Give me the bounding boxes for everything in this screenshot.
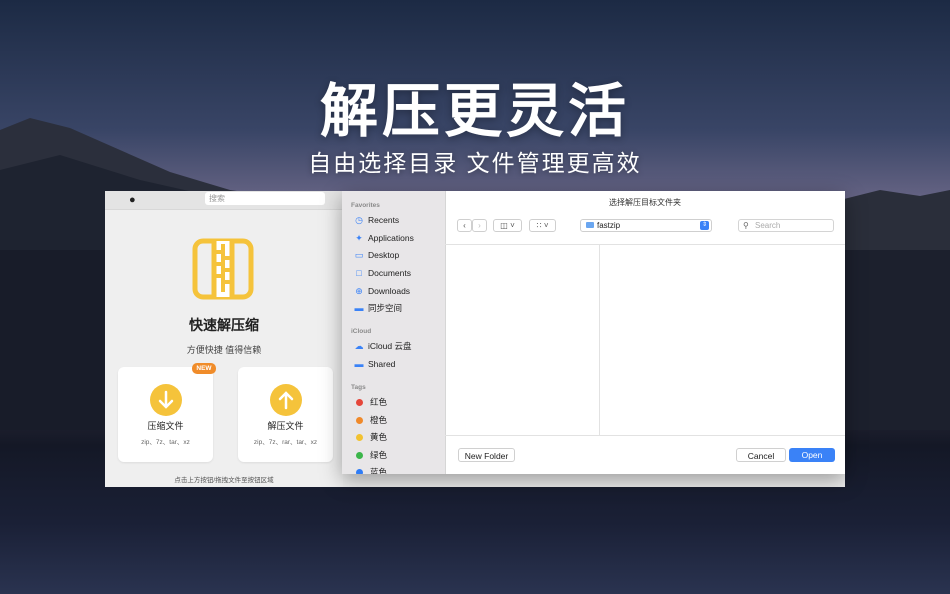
document-icon: □ [356, 268, 362, 278]
columns-view-icon: ◫ [500, 221, 508, 230]
path-selector[interactable]: fastzip ⇕ [580, 219, 712, 232]
favorites-header: Favorites [351, 202, 380, 209]
extract-button[interactable]: 解压文件 zip、7z、rar、tar、xz [238, 367, 333, 462]
sidebar-item-desktop[interactable]: ▭ Desktop [353, 248, 443, 263]
view-mode-columns-button[interactable]: ◫ ˅ [493, 219, 522, 232]
chevron-down-icon: ˅ [510, 221, 515, 230]
grid-icon: ∷ [536, 221, 542, 230]
sidebar-item-documents[interactable]: □ Documents [353, 266, 443, 281]
tag-label: 红色 [370, 397, 388, 407]
group-by-button[interactable]: ∷ ˅ [529, 219, 556, 232]
sidebar-item-label: Shared [368, 359, 396, 369]
sidebar-item-label: Recents [368, 215, 400, 225]
forward-button[interactable]: › [472, 219, 487, 232]
tags-header: Tags [351, 384, 366, 391]
blue-tag-icon [356, 468, 363, 474]
tag-label: 橙色 [370, 415, 388, 425]
sidebar-item-label: iCloud 云盘 [368, 341, 412, 351]
toolbar-divider [445, 244, 845, 245]
hero-title: 解压更灵活 [319, 79, 630, 144]
extract-formats: zip、7z、rar、tar、xz [253, 439, 318, 446]
app-name: 快速解压缩 [189, 317, 259, 333]
tag-label: 蓝色 [370, 467, 388, 474]
apple-icon[interactable]: ● [129, 194, 136, 206]
search-icon: ⚲ [743, 221, 749, 230]
tag-green[interactable]: 绿色 [353, 448, 443, 463]
app-tagline: 方便快捷 值得信赖 [186, 345, 262, 355]
compress-formats: zip、7z、tar、xz [141, 439, 190, 446]
sidebar-item-label: Desktop [368, 250, 400, 260]
cancel-button[interactable]: Cancel [736, 448, 786, 462]
applications-icon: ✦ [355, 233, 363, 243]
tag-yellow[interactable]: 黄色 [353, 430, 443, 445]
yellow-tag-icon [356, 433, 363, 441]
open-button[interactable]: Open [789, 448, 835, 462]
sidebar-item-shared[interactable]: ▬ Shared [353, 357, 443, 372]
new-folder-button[interactable]: New Folder [458, 448, 515, 462]
desktop-icon: ▭ [354, 250, 364, 260]
tag-blue[interactable]: 蓝色 [353, 465, 443, 474]
zip-archive-icon [192, 238, 254, 300]
sidebar-item-applications[interactable]: ✦ Applications [353, 231, 443, 246]
chevron-left-icon: ‹ [463, 221, 466, 230]
sidebar-item-label: Downloads [368, 286, 411, 296]
folder-icon: ▬ [354, 303, 364, 313]
stepper-icon: ⇕ [700, 221, 709, 230]
dialog-search-input[interactable]: ⚲ Search [738, 219, 834, 232]
extract-label: 解压文件 [267, 421, 304, 431]
menu-bar: ● 搜索 [105, 191, 343, 210]
chevron-down-icon: ˅ [543, 221, 549, 230]
dialog-sidebar: Favorites ◷ Recents ✦ Applications ▭ Deskto… [342, 191, 446, 474]
shared-folder-icon: ▬ [354, 359, 364, 369]
clock-icon: ◷ [355, 215, 363, 225]
green-tag-icon [356, 451, 363, 459]
drop-hint: 点击上方按钮/拖拽文件至按钮区域 [174, 477, 274, 484]
app-search-input[interactable]: 搜索 [205, 192, 325, 205]
sidebar-item-sync-space[interactable]: ▬ 同步空间 [353, 301, 443, 316]
sidebar-item-recents[interactable]: ◷ Recents [353, 213, 443, 228]
folder-icon [586, 222, 594, 228]
tag-red[interactable]: 红色 [353, 395, 443, 410]
sidebar-item-label: Applications [368, 233, 414, 243]
path-selector-value: fastzip [597, 221, 621, 230]
dialog-title: 选择解压目标文件夹 [609, 198, 681, 207]
column-divider [599, 245, 600, 435]
download-arrow-icon [150, 384, 182, 416]
red-tag-icon [356, 398, 363, 406]
tag-label: 黄色 [370, 432, 388, 442]
search-placeholder: Search [755, 221, 781, 230]
compress-label: 压缩文件 [147, 421, 184, 431]
upload-arrow-icon [270, 384, 302, 416]
sidebar-item-downloads[interactable]: ⊕ Downloads [353, 284, 443, 299]
tag-label: 绿色 [370, 450, 388, 460]
sidebar-item-icloud-drive[interactable]: ☁ iCloud 云盘 [353, 339, 443, 354]
hero-subtitle: 自由选择目录 文件管理更高效 [308, 150, 642, 176]
icloud-header: iCloud [351, 328, 372, 335]
footer-divider [445, 435, 845, 436]
download-icon: ⊕ [355, 286, 363, 296]
chevron-right-icon: › [478, 221, 481, 230]
orange-tag-icon [356, 416, 363, 424]
tag-orange[interactable]: 橙色 [353, 413, 443, 428]
sidebar-item-label: Documents [368, 268, 411, 278]
sidebar-item-label: 同步空间 [368, 303, 403, 313]
cloud-icon: ☁ [354, 341, 364, 351]
new-badge: NEW [192, 363, 216, 374]
main-app-panel: ● 搜索 快速解压缩 方便快捷 值得信赖 压缩文件 zip、7z、tar、xz … [105, 191, 343, 487]
compress-button[interactable]: 压缩文件 zip、7z、tar、xz [118, 367, 213, 462]
folder-picker-dialog: Favorites ◷ Recents ✦ Applications ▭ Deskto… [342, 191, 845, 474]
back-button[interactable]: ‹ [457, 219, 472, 232]
